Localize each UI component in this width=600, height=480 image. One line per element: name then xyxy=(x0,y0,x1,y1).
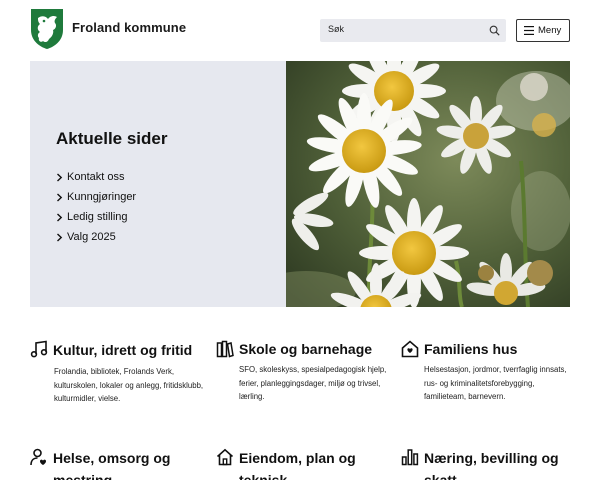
chevron-right-icon xyxy=(57,212,63,222)
featured-link-label: Valg 2025 xyxy=(67,231,116,243)
featured-links-list: Kontakt oss Kunngjøringer Ledig stilling… xyxy=(56,167,136,247)
category-family-house[interactable]: Familiens hus Helsestasjon, jordmor, tve… xyxy=(401,339,576,404)
bar-chart-icon xyxy=(401,449,419,466)
category-school[interactable]: Skole og barnehage SFO, skoleskyss, spes… xyxy=(216,339,391,404)
category-culture[interactable]: Kultur, idrett og fritid Frolandia, bibl… xyxy=(30,339,205,406)
featured-link-election[interactable]: Valg 2025 xyxy=(56,227,136,247)
category-title: Eiendom, plan og teknisk xyxy=(239,450,356,480)
house-heart-icon xyxy=(401,340,419,358)
category-title: Familiens hus xyxy=(424,341,518,357)
chevron-right-icon xyxy=(57,172,63,182)
category-description: SFO, skoleskyss, spesialpedagogisk hjelp… xyxy=(239,365,387,401)
category-business[interactable]: Næring, bevilling og skatt xyxy=(401,447,576,480)
featured-link-label: Kontakt oss xyxy=(67,171,125,183)
house-icon xyxy=(216,448,234,466)
featured-pages-panel: Aktuelle sider Kontakt oss Kunngjøringer… xyxy=(30,61,286,307)
category-title: Skole og barnehage xyxy=(239,341,373,357)
site-name[interactable]: Froland kommune xyxy=(72,20,186,35)
category-description: Frolandia, bibliotek, Frolands Verk, kul… xyxy=(54,367,204,403)
search-icon[interactable] xyxy=(489,25,500,36)
category-title: Helse, omsorg og mestring xyxy=(53,450,171,480)
featured-pages-title: Aktuelle sider xyxy=(56,129,168,148)
featured-link-announcements[interactable]: Kunngjøringer xyxy=(56,187,136,207)
menu-button[interactable]: Meny xyxy=(516,19,570,42)
chevron-right-icon xyxy=(57,232,63,242)
category-description: Helsestasjon, jordmor, tverrfaglig innsa… xyxy=(424,365,567,401)
site-header: Froland kommune Søk Meny xyxy=(0,0,600,60)
daisy-flowers-photo xyxy=(286,61,570,307)
music-note-icon xyxy=(30,340,48,358)
hero-daisy-image xyxy=(286,61,570,307)
featured-link-jobs[interactable]: Ledig stilling xyxy=(56,207,136,227)
featured-link-contact[interactable]: Kontakt oss xyxy=(56,167,136,187)
category-title: Kultur, idrett og fritid xyxy=(53,342,193,358)
featured-link-label: Ledig stilling xyxy=(67,211,128,223)
search-input[interactable]: Søk xyxy=(320,19,506,42)
category-health[interactable]: Helse, omsorg og mestring xyxy=(30,447,205,480)
category-property[interactable]: Eiendom, plan og teknisk xyxy=(216,447,391,480)
person-heart-icon xyxy=(30,448,47,466)
menu-label: Meny xyxy=(538,25,562,36)
category-title: Næring, bevilling og skatt xyxy=(424,450,559,480)
books-icon xyxy=(216,340,234,358)
froland-coat-of-arms-logo[interactable] xyxy=(30,8,64,50)
hamburger-icon xyxy=(524,26,534,35)
chevron-right-icon xyxy=(57,192,63,202)
featured-link-label: Kunngjøringer xyxy=(67,191,137,203)
search-placeholder: Søk xyxy=(328,24,345,34)
